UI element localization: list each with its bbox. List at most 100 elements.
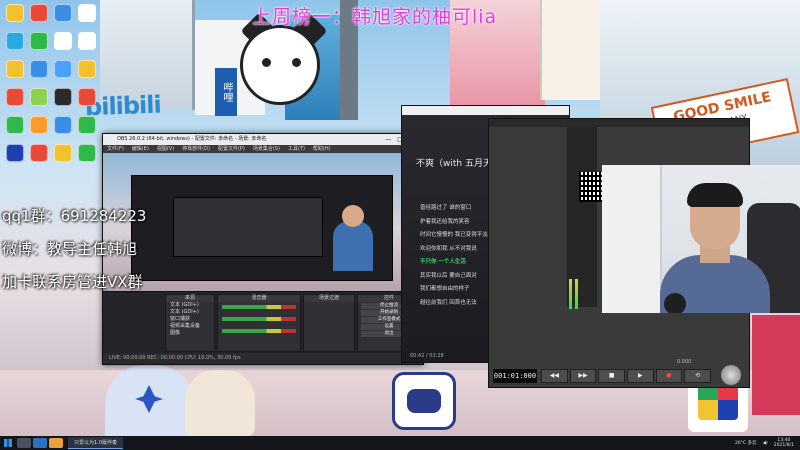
desktop-icon-app-21[interactable]: [4, 144, 26, 162]
sources-dock-title: 来源: [166, 295, 214, 302]
sources-dock[interactable]: 来源 文本 (GDI+) 文本 (GDI+) 窗口捕获 视频采集设备 图像: [165, 294, 215, 352]
desktop-icon-app-14[interactable]: [28, 88, 50, 106]
transport-button[interactable]: ●: [655, 369, 683, 383]
music-titlebar[interactable]: [402, 106, 569, 115]
daw-transport: ◀◀ ▶▶ ■ ▶ ● ⟲: [541, 369, 712, 383]
desktop-icon-app-16[interactable]: [76, 88, 98, 106]
app-icon: [6, 88, 24, 106]
desktop-icon-app-10[interactable]: [28, 60, 50, 78]
desktop-icon-app-4[interactable]: [76, 4, 98, 22]
app-icon: [6, 60, 24, 78]
building: [540, 0, 600, 100]
app-icon: [54, 60, 72, 78]
obs-title: OBS 26.0.2 (64-bit, windows) - 配置文件: 未命名…: [117, 136, 267, 142]
weibo-text: 微博：教导主任韩旭: [2, 240, 138, 258]
streamer-hair: [687, 183, 743, 207]
desktop-icon-app-15[interactable]: [52, 88, 74, 106]
menu-item[interactable]: 帮助(H): [313, 146, 331, 152]
tv-mascot: [392, 372, 456, 430]
desktop-icon-app-2[interactable]: [28, 4, 50, 22]
menu-item[interactable]: 编辑(E): [132, 146, 149, 152]
lyric-line: 其实我以后 要自己面对: [420, 272, 477, 279]
app-icon: [6, 116, 24, 134]
desktop-icon-app-9[interactable]: [4, 60, 26, 78]
search-icon[interactable]: [17, 438, 31, 448]
desktop-icon-app-3[interactable]: [52, 4, 74, 22]
top-donor-caption: 上周榜一：韩旭家的柚可lia: [252, 6, 498, 28]
obs-menubar[interactable]: 文件(F) 编辑(E) 视图(V) 停靠部件(D) 配置文件(P) 场景集合(S) 工具(T…: [103, 145, 423, 153]
desktop-icon-app-17[interactable]: [4, 116, 26, 134]
desktop-icon-app-11[interactable]: [52, 60, 74, 78]
obs-window[interactable]: OBS 26.0.2 (64-bit, windows) - 配置文件: 未命名…: [102, 133, 424, 365]
weather-text[interactable]: 26°C 多云: [735, 440, 757, 446]
taskbar-active-app[interactable]: 只爱以为1.0版伴奏: [68, 437, 123, 449]
desktop-icon-app-8[interactable]: [76, 32, 98, 50]
volume-knob[interactable]: [721, 365, 741, 385]
obs-docks: 来源 文本 (GDI+) 文本 (GDI+) 窗口捕获 视频采集设备 图像 混音器 场景…: [103, 291, 423, 353]
source-item[interactable]: 窗口捕获: [166, 316, 214, 323]
desktop-icon-app-19[interactable]: [52, 116, 74, 134]
obs-preview-canvas[interactable]: [103, 153, 423, 291]
desktop-icon-app-12[interactable]: [76, 60, 98, 78]
shop-sign: 哔哩: [215, 68, 237, 116]
app-icon: [6, 144, 24, 162]
transport-button[interactable]: ■: [598, 369, 626, 383]
sources-list[interactable]: 文本 (GDI+) 文本 (GDI+) 窗口捕获 视频采集设备 图像: [166, 302, 214, 337]
app-icon: [30, 32, 48, 50]
source-item[interactable]: 图像: [166, 330, 214, 337]
desktop-icon-app-7[interactable]: [52, 32, 74, 50]
lyric-line: 曾经路过了 谁的窗口: [420, 205, 472, 211]
microphone: [664, 293, 686, 313]
menu-item[interactable]: 停靠部件(D): [182, 146, 210, 152]
menu-item[interactable]: 场景集合(S): [253, 146, 280, 152]
desktop-icon-app-22[interactable]: [28, 144, 50, 162]
clock[interactable]: 13:40 2021/8/1: [774, 438, 794, 448]
system-tray: 26°C 多云 ◀) 13:40 2021/8/1: [735, 438, 800, 448]
cat-figure: [185, 370, 255, 436]
app-icon: [30, 116, 48, 134]
daw-level-meter: [569, 279, 572, 309]
obs-titlebar[interactable]: OBS 26.0.2 (64-bit, windows) - 配置文件: 未命名…: [103, 134, 423, 145]
app-icon: [54, 88, 72, 106]
menu-item[interactable]: 视图(V): [157, 146, 174, 152]
daw-toolbar[interactable]: [489, 119, 749, 127]
desktop-icon-app-23[interactable]: [52, 144, 74, 162]
taskbar: 只爱以为1.0版伴奏 26°C 多云 ◀) 13:40 2021/8/1: [0, 436, 800, 450]
current-lyric-line: 不只你 一个人生活: [420, 259, 466, 265]
lyric-line: 越往前我们 回首也无法: [420, 299, 477, 306]
desktop-icon-app-20[interactable]: [76, 116, 98, 134]
source-item[interactable]: 视频采集设备: [166, 323, 214, 330]
menu-item[interactable]: 配置文件(P): [218, 146, 245, 152]
mascot-eye: [292, 58, 301, 67]
desktop-icon-app-13[interactable]: [4, 88, 26, 106]
menu-item[interactable]: 工具(T): [288, 146, 305, 152]
daw-level-meter: [575, 279, 578, 309]
mascot-eye: [262, 58, 271, 67]
transport-button[interactable]: ⟲: [684, 369, 712, 383]
start-button[interactable]: [0, 436, 16, 450]
source-item[interactable]: 文本 (GDI+): [166, 309, 214, 316]
windows-logo-icon: [4, 439, 12, 447]
desktop-icon-app-24[interactable]: [76, 144, 98, 162]
taskbar-app-icon[interactable]: [33, 438, 47, 448]
red-banner: [752, 315, 800, 415]
volume-icon[interactable]: ◀): [763, 441, 768, 446]
transitions-dock[interactable]: 场景过渡: [303, 294, 355, 352]
audio-meter: [222, 317, 296, 321]
app-icon: [30, 88, 48, 106]
mixer-dock[interactable]: 混音器: [217, 294, 301, 352]
source-item[interactable]: 文本 (GDI+): [166, 302, 214, 309]
folder-icon[interactable]: [49, 438, 63, 448]
transport-button[interactable]: ◀◀: [541, 369, 568, 383]
desktop-icon-app-18[interactable]: [28, 116, 50, 134]
audio-meter: [222, 305, 296, 309]
menu-item[interactable]: 文件(F): [107, 146, 124, 152]
app-icon: [78, 60, 96, 78]
transport-button[interactable]: ▶▶: [569, 369, 597, 383]
transport-button[interactable]: ▶: [627, 369, 654, 383]
app-icon: [78, 4, 96, 22]
app-icon: [54, 4, 72, 22]
desktop-icon-app-6[interactable]: [28, 32, 50, 50]
desktop-icon-app-5[interactable]: [4, 32, 26, 50]
desktop-icon-app-1[interactable]: [4, 4, 26, 22]
